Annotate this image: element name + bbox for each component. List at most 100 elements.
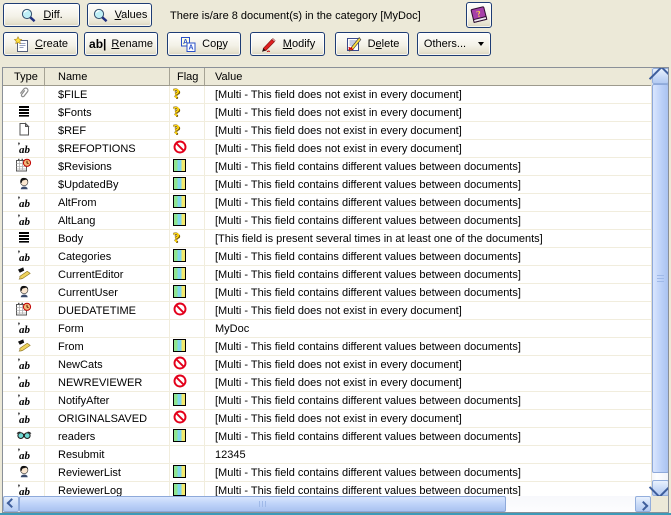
table-row[interactable]: DUEDATETIME[Multi - This field does not … [3,302,651,320]
dropdown-arrow-icon [478,42,484,46]
flag-multivalue-icon [173,339,186,355]
vertical-scrollbar[interactable] [651,68,668,496]
flag-question-icon: ? [173,107,180,119]
rename-button[interactable]: ab| Rename [84,32,158,56]
vertical-scroll-thumb[interactable] [652,84,669,473]
column-header-value[interactable]: Value [205,68,668,85]
column-header-type[interactable]: Type [3,68,45,85]
values-button[interactable]: Values [87,3,152,27]
text-icon: ab [17,249,30,264]
text-icon: ab [17,411,30,426]
column-header-flag[interactable]: Flag [170,68,205,85]
field-value: [Multi - This field contains different v… [205,248,651,265]
table-row[interactable]: abFormMyDoc [3,320,651,338]
table-row[interactable]: ReviewerList[Multi - This field contains… [3,464,651,482]
table-row[interactable]: abNewCats[Multi - This field does not ex… [3,356,651,374]
column-header-name[interactable]: Name [45,68,170,85]
field-name: $FILE [45,86,170,103]
field-name: Body [45,230,170,247]
help-button[interactable]: ? [466,2,492,28]
table-row[interactable]: abAltLang[Multi - This field contains di… [3,212,651,230]
table-row[interactable]: abAltFrom[Multi - This field contains di… [3,194,651,212]
field-value: [Multi - This field contains different v… [205,338,651,355]
table-row[interactable]: From[Multi - This field contains differe… [3,338,651,356]
modify-button-label: Modify [283,38,315,50]
table-row[interactable]: $UpdatedBy[Multi - This field contains d… [3,176,651,194]
table-row[interactable]: abNotifyAfter[Multi - This field contain… [3,392,651,410]
flag-multivalue-icon [173,249,186,265]
field-flag-cell [170,176,205,193]
scroll-left-button[interactable] [3,496,19,512]
copy-button[interactable]: AA Copy [167,32,241,56]
diff-button-label: Diff. [43,9,62,21]
field-type-cell [3,464,45,481]
field-name: AltLang [45,212,170,229]
field-type-cell [3,176,45,193]
field-type-cell [3,428,45,445]
table-row[interactable]: CurrentEditor[Multi - This field contain… [3,266,651,284]
person-icon [16,464,32,481]
table-row[interactable]: $Revisions[Multi - This field contains d… [3,158,651,176]
field-name: ReviewerList [45,464,170,481]
field-flag-cell [170,158,205,175]
datetime-icon [15,302,32,319]
field-value: [Multi - This field does not exist in ev… [205,410,651,427]
field-name: ORIGINALSAVED [45,410,170,427]
table-row[interactable]: abNEWREVIEWER[Multi - This field does no… [3,374,651,392]
values-button-label: Values [115,9,148,21]
text-icon: ab [17,195,30,210]
field-name: DUEDATETIME [45,302,170,319]
modify-button[interactable]: Modify [250,32,325,56]
create-button[interactable]: Create [3,32,78,56]
field-value: [Multi - This field contains different v… [205,212,651,229]
field-name: NewCats [45,356,170,373]
table-row[interactable]: ab$REFOPTIONS[Multi - This field does no… [3,140,651,158]
field-value: [Multi - This field contains different v… [205,284,651,301]
richtext-icon [16,104,32,121]
table-row[interactable]: abCategories[Multi - This field contains… [3,248,651,266]
table-row[interactable]: ab ORIGINALSAVED [Multi - This field does … [3,410,651,428]
table-row[interactable]: Body?[This field is present several time… [3,230,651,248]
magnifier-icon [20,7,38,24]
field-type-cell [3,86,45,103]
table-row[interactable]: $Fonts?[Multi - This field does not exis… [3,104,651,122]
field-flag-cell [170,194,205,211]
field-flag-cell [170,428,205,445]
field-value: MyDoc [205,320,651,337]
scroll-up-button[interactable] [652,68,669,84]
diff-button[interactable]: Diff. [3,3,80,27]
text-icon: ab [17,393,30,408]
flag-prohibited-icon [173,302,187,319]
copy-icon: AA [180,36,197,53]
table-row[interactable]: abResubmit12345 [3,446,651,464]
field-value: [Multi - This field contains different v… [205,158,651,175]
field-type-cell [3,302,45,319]
flag-question-icon: ? [173,89,180,101]
table-body: $FILE? [Multi - This field does not exist… [3,86,651,512]
field-name: $UpdatedBy [45,176,170,193]
flag-multivalue-icon [173,213,186,229]
table-row[interactable]: $FILE?[Multi - This field does not exist… [3,86,651,104]
table-row[interactable]: readers[Multi - This field contains diff… [3,428,651,446]
delete-button[interactable]: Delete [335,32,409,56]
delete-button-label: Delete [368,38,400,50]
horizontal-scroll-thumb[interactable] [19,496,506,512]
field-value: [This field is present several times in … [205,230,651,247]
field-type-cell [3,104,45,121]
scroll-right-button[interactable] [635,496,651,512]
field-flag-cell [170,248,205,265]
horizontal-scrollbar[interactable] [3,496,651,512]
field-type-cell: ab [3,194,45,211]
field-value: [Multi - This field contains different v… [205,428,651,445]
field-name: $Fonts [45,104,170,121]
table-row[interactable]: $REF?[Multi - This field does not exist … [3,122,651,140]
field-value: [Multi - This field contains different v… [205,266,651,283]
others-dropdown-button[interactable]: Others... [417,32,491,56]
table-row[interactable]: CurrentUser[Multi - This field contains … [3,284,651,302]
flag-multivalue-icon [173,267,186,283]
scroll-down-button[interactable] [652,480,669,496]
flag-prohibited-icon [173,356,187,373]
field-type-cell [3,284,45,301]
field-value: [Multi - This field contains different v… [205,392,651,409]
field-type-cell [3,230,45,247]
